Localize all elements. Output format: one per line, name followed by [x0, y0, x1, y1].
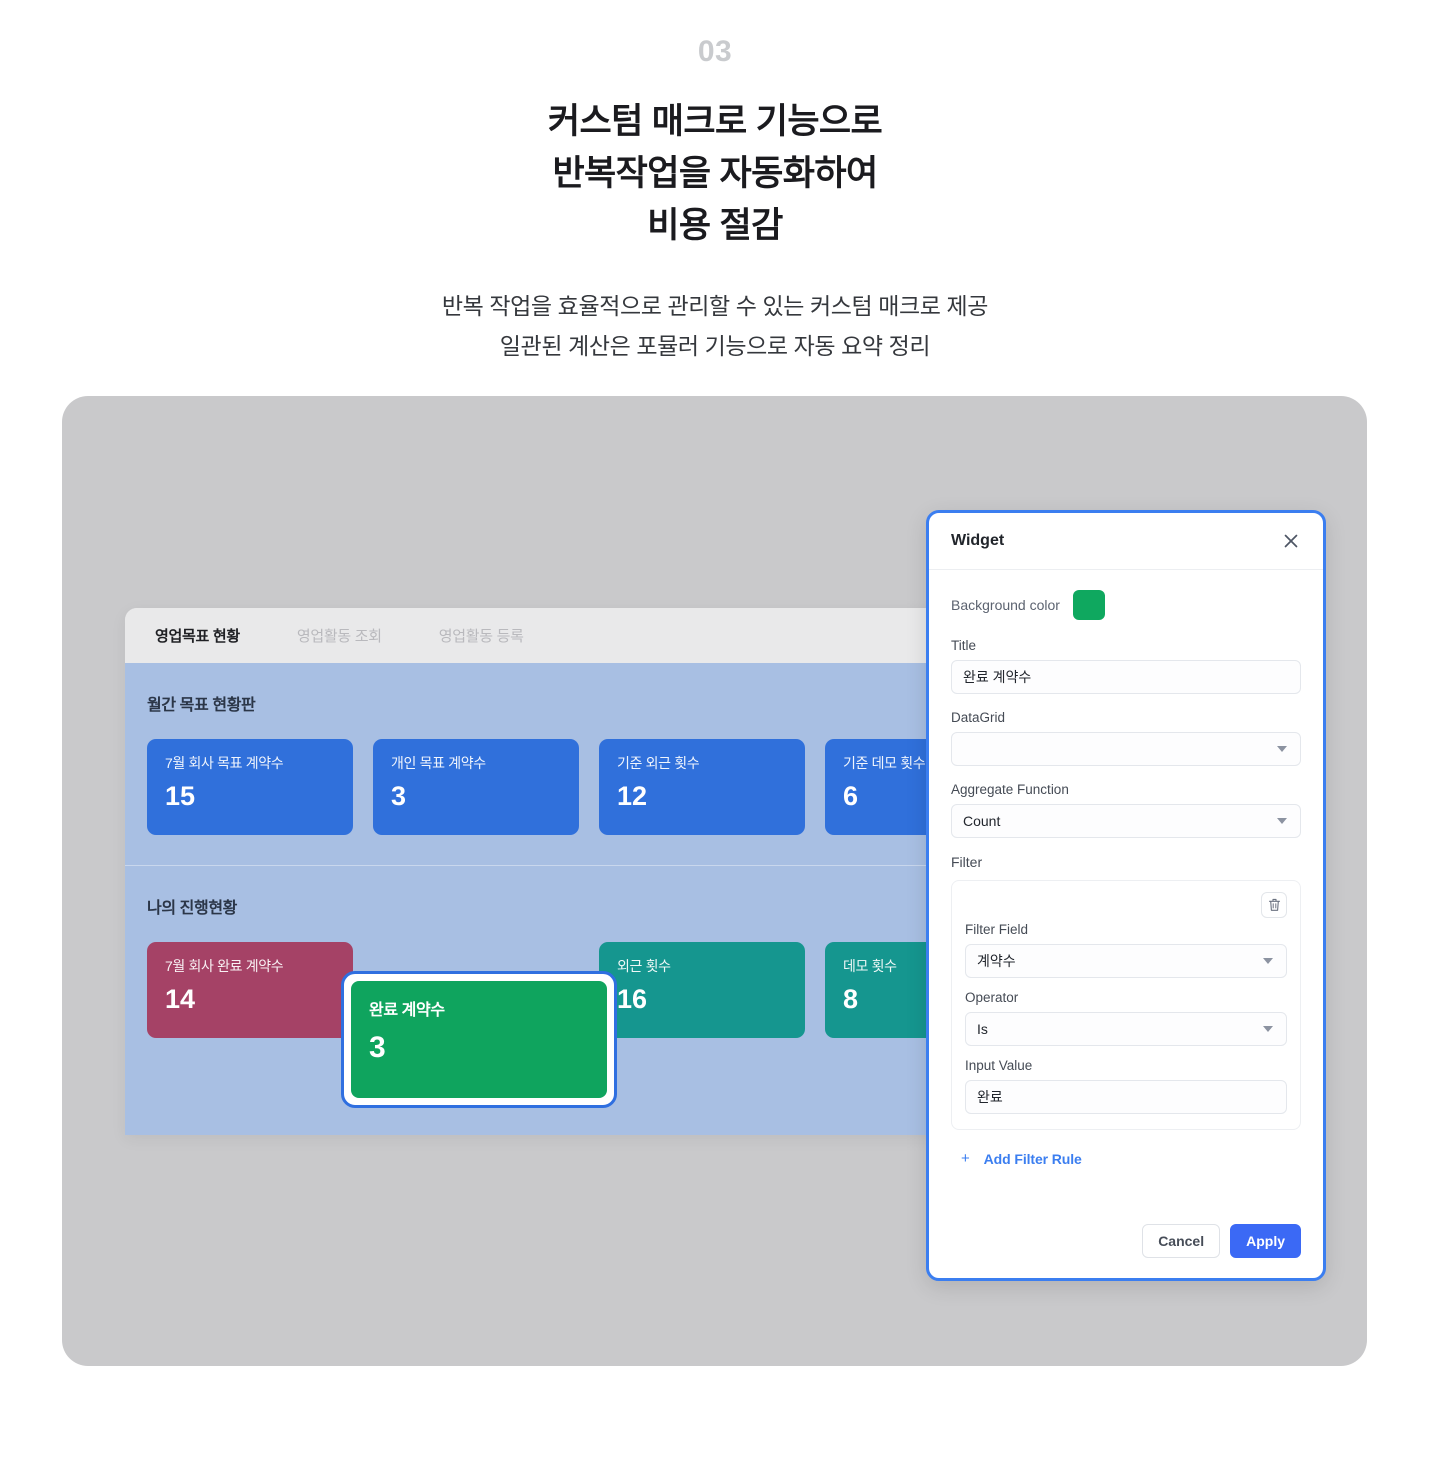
datagrid-select[interactable] [951, 732, 1301, 766]
stat-card[interactable]: 기준 외근 횟수 12 [599, 739, 805, 835]
datagrid-field-label: DataGrid [951, 710, 1006, 725]
filter-field-label: Filter Field [965, 922, 1029, 937]
stat-card-label: 7월 회사 목표 계약수 [165, 755, 284, 771]
stat-card[interactable]: 외근 횟수 16 [599, 942, 805, 1038]
section-title-monthly-goal: 월간 목표 현황판 [147, 697, 256, 714]
stat-card[interactable]: 7월 회사 목표 계약수 15 [147, 739, 353, 835]
aggregate-field-label: Aggregate Function [951, 782, 1069, 797]
section-title-my-progress: 나의 진행현황 [147, 900, 237, 917]
page-subtitle: 반복 작업을 효율적으로 관리할 수 있는 커스텀 매크로 제공 일관된 계산은… [0, 287, 1430, 366]
title-field-label: Title [951, 638, 977, 653]
stat-card[interactable]: 7월 회사 완료 계약수 14 [147, 942, 353, 1038]
widget-panel-title: Widget [951, 532, 1005, 549]
section-number: 03 [697, 35, 733, 68]
selected-card-label: 완료 계약수 [369, 1002, 445, 1019]
operator-label: Operator [965, 990, 1019, 1005]
stat-card-label: 7월 회사 완료 계약수 [165, 958, 284, 974]
stat-card-value: 16 [617, 983, 648, 1014]
dashboard-tabbar: 영업목표 현황 영업활동 조회 영업활동 등록 [125, 608, 1025, 663]
aggregate-field-group: Aggregate Function Count [951, 782, 1301, 838]
operator-select[interactable]: Is [965, 1012, 1287, 1046]
hero-section: 03 커스텀 매크로 기능으로 반복작업을 자동화하여 비용 절감 반복 작업을… [0, 0, 1430, 366]
title-line-3: 비용 절감 [647, 205, 783, 245]
plus-icon: + [961, 1150, 970, 1167]
stat-card-label: 기준 외근 횟수 [617, 755, 700, 771]
stat-card-label: 외근 횟수 [617, 958, 671, 974]
aggregate-function-select[interactable]: Count [951, 804, 1301, 838]
title-input[interactable]: 완료 계약수 [951, 660, 1301, 694]
stat-card-value: 12 [617, 780, 648, 811]
datagrid-field-group: DataGrid [951, 710, 1301, 766]
subtitle-line-2: 일관된 계산은 포뮬러 기능으로 자동 요약 정리 [499, 332, 931, 359]
operator-value: Is [977, 1021, 988, 1037]
widget-panel-footer: Cancel Apply [929, 1224, 1323, 1278]
cancel-button[interactable]: Cancel [1142, 1224, 1221, 1258]
title-field-group: Title 완료 계약수 [951, 638, 1301, 694]
stat-card[interactable]: 개인 목표 계약수 3 [373, 739, 579, 835]
tab-sales-goal-status[interactable]: 영업목표 현황 [155, 625, 240, 646]
add-filter-rule-button[interactable]: + Add Filter Rule [951, 1150, 1301, 1167]
background-color-row: Background color [951, 590, 1301, 620]
input-value-label: Input Value [965, 1058, 1033, 1073]
filter-rule-actions [965, 892, 1287, 918]
widget-settings-panel: Widget Background color Title 완료 계약수 Dat… [926, 510, 1326, 1281]
stat-card-value: 14 [165, 983, 196, 1014]
operator-field-group: Operator Is [965, 990, 1287, 1046]
selected-card-value: 3 [369, 1031, 386, 1064]
title-line-2: 반복작업을 자동화하여 [552, 153, 878, 193]
widget-panel-body: Background color Title 완료 계약수 DataGrid A… [929, 570, 1323, 1224]
add-filter-rule-label: Add Filter Rule [983, 1150, 1082, 1167]
filter-field-group: Filter Field 계약수 [965, 922, 1287, 978]
trash-icon[interactable] [1261, 892, 1287, 918]
filter-field-select[interactable]: 계약수 [965, 944, 1287, 978]
chevron-down-icon [1277, 818, 1287, 824]
chevron-down-icon [1263, 1026, 1273, 1032]
filter-rule-card: Filter Field 계약수 Operator Is Input Value… [951, 880, 1301, 1130]
tab-sales-activity-register[interactable]: 영업활동 등록 [439, 625, 524, 646]
selected-widget-card-body: 완료 계약수 3 [351, 981, 607, 1098]
apply-button[interactable]: Apply [1230, 1224, 1301, 1258]
stat-card-value: 3 [391, 780, 407, 811]
title-line-1: 커스텀 매크로 기능으로 [547, 102, 883, 141]
stat-card-value: 15 [165, 780, 196, 811]
aggregate-select-value: Count [963, 813, 1001, 829]
page-title: 커스텀 매크로 기능으로 반복작업을 자동화하여 비용 절감 [0, 96, 1430, 251]
filter-heading: Filter [951, 854, 983, 870]
background-color-label: Background color [951, 597, 1060, 613]
close-icon[interactable] [1279, 529, 1303, 553]
input-value-group: Input Value 완료 [965, 1058, 1287, 1114]
filter-field-value: 계약수 [977, 953, 1016, 969]
card-row-monthly-goal: 7월 회사 목표 계약수 15 개인 목표 계약수 3 기준 외근 횟수 12 … [125, 715, 1025, 835]
selected-widget-card[interactable]: 완료 계약수 3 [341, 971, 617, 1108]
stat-card-label: 개인 목표 계약수 [391, 755, 486, 771]
input-value-input[interactable]: 완료 [965, 1080, 1287, 1114]
chevron-down-icon [1277, 746, 1287, 752]
widget-panel-header: Widget [929, 513, 1323, 570]
color-swatch[interactable] [1072, 590, 1105, 620]
subtitle-line-1: 반복 작업을 효율적으로 관리할 수 있는 커스텀 매크로 제공 [441, 293, 989, 320]
tab-sales-activity-search[interactable]: 영업활동 조회 [297, 625, 382, 646]
chevron-down-icon [1263, 958, 1273, 964]
